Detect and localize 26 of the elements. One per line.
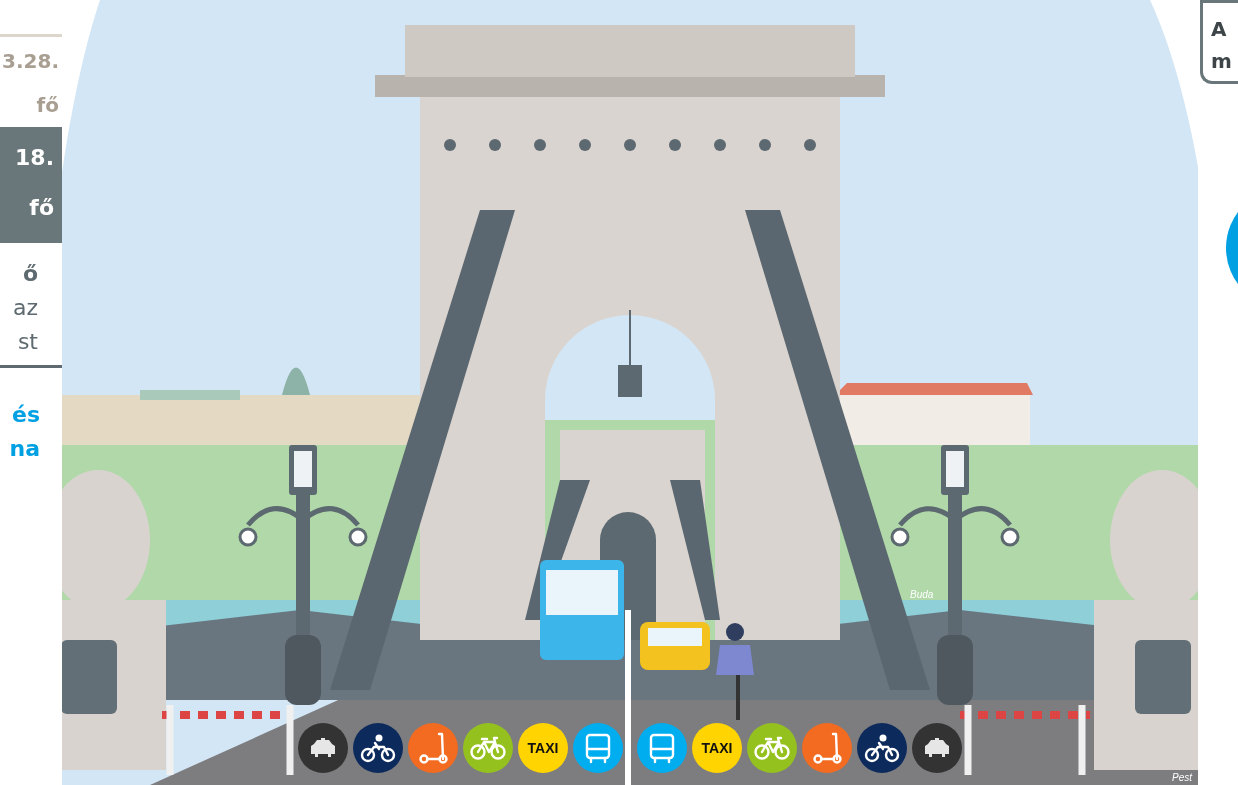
link-text[interactable]: és bbox=[12, 398, 62, 432]
description-text: st bbox=[17, 328, 39, 356]
description-text: az bbox=[12, 294, 39, 322]
date-text: 18. bbox=[15, 144, 55, 172]
info-text: A bbox=[1211, 16, 1228, 43]
taxi-label: TAXI bbox=[527, 740, 559, 756]
date-text: 3.28. bbox=[2, 48, 60, 75]
motorbike-icon bbox=[864, 733, 900, 763]
motorbike-icon bbox=[360, 733, 396, 763]
link-text[interactable]: na bbox=[9, 432, 62, 466]
bank-label: Buda bbox=[910, 589, 934, 600]
bank-label: Pest bbox=[1172, 772, 1192, 783]
bicycle-icon bbox=[470, 735, 506, 761]
bicycle-icon bbox=[754, 735, 790, 761]
taxi-drawing bbox=[640, 622, 710, 670]
car-icon bbox=[922, 736, 952, 760]
bus-icon bbox=[584, 732, 612, 764]
bus-icon bbox=[648, 732, 676, 764]
taxi-label: TAXI bbox=[701, 740, 733, 756]
scooter-icon bbox=[417, 731, 449, 765]
count-text: fő bbox=[36, 92, 60, 119]
info-text: m bbox=[1211, 48, 1233, 75]
car-icon bbox=[308, 736, 338, 760]
description-text: ő bbox=[22, 260, 39, 288]
count-text: fő bbox=[29, 194, 55, 222]
scooter-icon bbox=[811, 731, 843, 765]
